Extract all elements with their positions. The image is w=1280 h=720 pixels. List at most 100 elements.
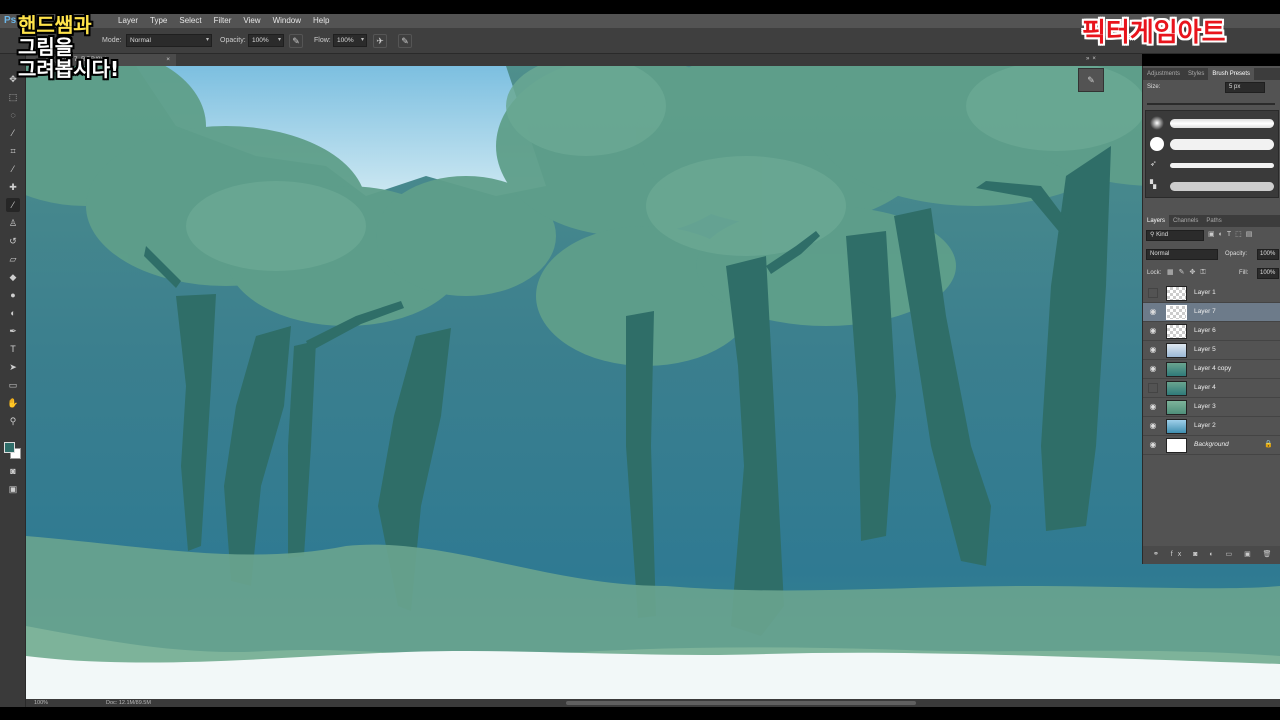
layer-thumbnail bbox=[1166, 438, 1187, 453]
menu-help[interactable]: Help bbox=[307, 14, 335, 28]
layer-row[interactable]: ◉ Layer 3 bbox=[1143, 398, 1280, 417]
layer-kind-label: Kind bbox=[1156, 232, 1169, 238]
eye-icon[interactable]: ◉ bbox=[1148, 402, 1158, 412]
layer-thumbnail bbox=[1166, 381, 1187, 396]
quick-mask-icon[interactable]: ◙ bbox=[6, 464, 20, 478]
visibility-toggle[interactable] bbox=[1148, 383, 1158, 393]
layer-blend-mode-select[interactable]: Normal bbox=[1146, 249, 1218, 260]
menu-view[interactable]: View bbox=[237, 14, 266, 28]
brush-tool-icon[interactable]: ⁄ bbox=[6, 198, 20, 212]
layer-name: Layer 4 bbox=[1194, 384, 1216, 391]
opacity-field[interactable]: 100% ▾ bbox=[248, 34, 284, 47]
eyedropper-tool-icon[interactable]: ⁄ bbox=[6, 162, 20, 176]
lock-icon: 🔒 bbox=[1264, 441, 1273, 448]
layer-row[interactable]: ◉ Layer 2 bbox=[1143, 417, 1280, 436]
layer-opacity-field[interactable]: 100% bbox=[1257, 249, 1279, 260]
flow-field[interactable]: 100% ▾ bbox=[333, 34, 367, 47]
menu-type[interactable]: Type bbox=[144, 14, 173, 28]
eye-icon[interactable]: ◉ bbox=[1148, 421, 1158, 431]
layer-row[interactable]: Layer 4 bbox=[1143, 379, 1280, 398]
layer-row[interactable]: ◉ Layer 4 copy bbox=[1143, 360, 1280, 379]
zoom-level[interactable]: 100% bbox=[34, 699, 48, 707]
brush-stroke-preview bbox=[1170, 163, 1274, 168]
layer-name: Layer 4 copy bbox=[1194, 365, 1232, 372]
type-tool-icon[interactable]: T bbox=[6, 342, 20, 356]
tab-styles[interactable]: Styles bbox=[1184, 68, 1208, 80]
crop-tool-icon[interactable]: ⌗ bbox=[6, 144, 20, 158]
quick-select-tool-icon[interactable]: ⁄ bbox=[6, 126, 20, 140]
layer-filter-icons[interactable]: ▣◐T⬚▤ bbox=[1208, 230, 1256, 238]
menu-select[interactable]: Select bbox=[173, 14, 207, 28]
eye-icon[interactable]: ◉ bbox=[1148, 326, 1158, 336]
screen-mode-icon[interactable]: ▣ bbox=[6, 482, 20, 496]
lock-options-icons[interactable]: ▦✎✥⚿ bbox=[1167, 268, 1211, 277]
tab-adjustments[interactable]: Adjustments bbox=[1143, 68, 1184, 80]
layer-row[interactable]: ◉ Background 🔒 bbox=[1143, 436, 1280, 455]
mode-select[interactable]: Normal ▾ bbox=[126, 34, 212, 47]
layer-thumbnail bbox=[1166, 286, 1187, 301]
blur-tool-icon[interactable]: ● bbox=[6, 288, 20, 302]
paint-bucket-tool-icon[interactable]: ◆ bbox=[6, 270, 20, 284]
layer-row[interactable]: Layer 1 bbox=[1143, 284, 1280, 303]
eye-icon[interactable]: ◉ bbox=[1148, 307, 1158, 317]
foreground-color-swatch[interactable] bbox=[4, 442, 15, 453]
eye-icon[interactable]: ◉ bbox=[1148, 345, 1158, 355]
healing-brush-tool-icon[interactable]: ✚ bbox=[6, 180, 20, 194]
history-brush-tool-icon[interactable]: ↺ bbox=[6, 234, 20, 248]
dodge-tool-icon[interactable]: ◐ bbox=[6, 306, 20, 320]
soft-round-brush-icon bbox=[1150, 116, 1164, 130]
layers-panel-tabs: Layers Channels Paths bbox=[1143, 215, 1280, 227]
brush-size-field[interactable]: 5 px bbox=[1225, 82, 1265, 93]
brush-stroke-preview bbox=[1170, 139, 1274, 150]
pressure-size-icon[interactable]: ✎ bbox=[398, 34, 412, 48]
layers-footer-buttons[interactable]: ⚭ fx ◙ ◐ ▭ ▣ 🗑 bbox=[1143, 546, 1280, 564]
layer-name: Layer 3 bbox=[1194, 403, 1216, 410]
layer-fill-field[interactable]: 100% bbox=[1257, 268, 1279, 279]
layer-row[interactable]: ◉ Layer 5 bbox=[1143, 341, 1280, 360]
pen-tool-icon[interactable]: ✒ bbox=[6, 324, 20, 338]
flow-label: Flow: bbox=[314, 37, 331, 44]
eye-icon[interactable]: ◉ bbox=[1148, 440, 1158, 450]
layer-kind-filter[interactable]: ⚲ Kind bbox=[1146, 230, 1204, 241]
forest-painting bbox=[26, 66, 1280, 699]
layer-name: Background bbox=[1194, 441, 1229, 448]
marquee-tool-icon[interactable]: ⬚ bbox=[6, 90, 20, 104]
brush-preset-hard-round[interactable] bbox=[1146, 134, 1280, 155]
tab-layers[interactable]: Layers bbox=[1143, 215, 1170, 227]
brush-size-slider[interactable] bbox=[1147, 103, 1275, 105]
close-icon[interactable]: × bbox=[166, 54, 170, 66]
pressure-opacity-icon[interactable]: ✎ bbox=[289, 34, 303, 48]
path-selection-tool-icon[interactable]: ➤ bbox=[6, 360, 20, 374]
zoom-tool-icon[interactable]: ⚲ bbox=[6, 414, 20, 428]
airbrush-icon[interactable]: ✈ bbox=[373, 34, 387, 48]
hand-tool-icon[interactable]: ✋ bbox=[6, 396, 20, 410]
brush-preset-soft-round[interactable] bbox=[1146, 113, 1280, 134]
tab-paths[interactable]: Paths bbox=[1202, 215, 1225, 227]
brush-stroke-preview bbox=[1170, 182, 1274, 191]
lock-label: Lock: bbox=[1147, 270, 1162, 276]
collapsed-panel-icon[interactable]: ✎ bbox=[1078, 68, 1104, 92]
panel-dock-controls[interactable]: »× bbox=[1086, 56, 1099, 62]
caption-line-3: 그려봅시다! bbox=[18, 57, 120, 81]
layer-thumbnail bbox=[1166, 305, 1187, 320]
clone-stamp-tool-icon[interactable]: ♙ bbox=[6, 216, 20, 230]
brush-preset-tapered[interactable]: ➶ bbox=[1146, 155, 1280, 176]
layer-row[interactable]: ◉ Layer 7 bbox=[1143, 303, 1280, 322]
lasso-tool-icon[interactable]: ◌ bbox=[6, 108, 20, 122]
opacity-value: 100% bbox=[252, 37, 269, 44]
eye-icon[interactable]: ◉ bbox=[1148, 364, 1158, 374]
brush-size-value: 5 px bbox=[1229, 84, 1241, 90]
visibility-toggle[interactable] bbox=[1148, 288, 1158, 298]
menu-filter[interactable]: Filter bbox=[208, 14, 238, 28]
brush-preset-textured[interactable]: ▚ bbox=[1146, 176, 1280, 197]
tab-channels[interactable]: Channels bbox=[1169, 215, 1202, 227]
rectangle-tool-icon[interactable]: ▭ bbox=[6, 378, 20, 392]
layer-thumbnail bbox=[1166, 362, 1187, 377]
tab-brush-presets[interactable]: Brush Presets bbox=[1208, 68, 1255, 80]
menu-window[interactable]: Window bbox=[267, 14, 307, 28]
document-canvas[interactable] bbox=[26, 66, 1280, 699]
layer-filter-row: ⚲ Kind ▣◐T⬚▤ bbox=[1146, 230, 1278, 242]
eraser-tool-icon[interactable]: ▱ bbox=[6, 252, 20, 266]
horizontal-scrollbar[interactable] bbox=[566, 701, 916, 705]
layer-row[interactable]: ◉ Layer 6 bbox=[1143, 322, 1280, 341]
